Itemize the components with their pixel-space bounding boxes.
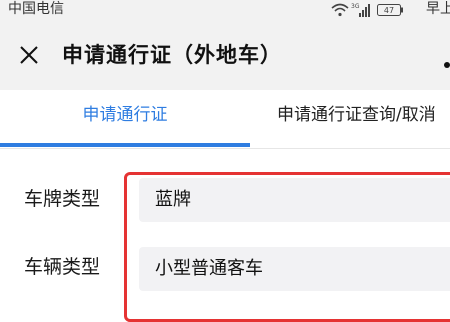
status-bar: 中国电信 3G 47 早上 (0, 0, 450, 20)
tab-apply-permit-label: 申请通行证 (82, 105, 168, 125)
battery-level: 47 (384, 6, 394, 15)
tab-query-cancel-permit-label: 申请通行证查询/取消 (277, 105, 436, 125)
signal-icon: 3G (351, 3, 370, 17)
active-tab-indicator (0, 143, 250, 147)
network-type-label: 3G (351, 3, 360, 10)
clock: 早上 (426, 1, 450, 17)
status-icons: 3G 47 早上 (325, 0, 450, 20)
carrier-name: 中国电信 (8, 1, 64, 17)
nav-bar: 申请通行证（外地车） (0, 20, 450, 90)
vehicle-type-label: 车辆类型 (24, 256, 101, 278)
tab-bar: 申请通行证 申请通行证查询/取消 (0, 90, 450, 149)
more-icon[interactable] (444, 62, 450, 68)
battery-icon: 47 (377, 4, 403, 16)
page-title: 申请通行证（外地车） (62, 43, 282, 67)
wifi-icon (331, 3, 349, 17)
plate-type-label: 车牌类型 (24, 188, 101, 210)
tab-apply-permit[interactable]: 申请通行证 (0, 90, 250, 148)
permit-form: 车牌类型 蓝牌 车辆类型 小型普通客车 (0, 149, 450, 322)
tab-query-cancel-permit[interactable]: 申请通行证查询/取消 (277, 90, 436, 148)
close-icon[interactable] (18, 44, 40, 66)
